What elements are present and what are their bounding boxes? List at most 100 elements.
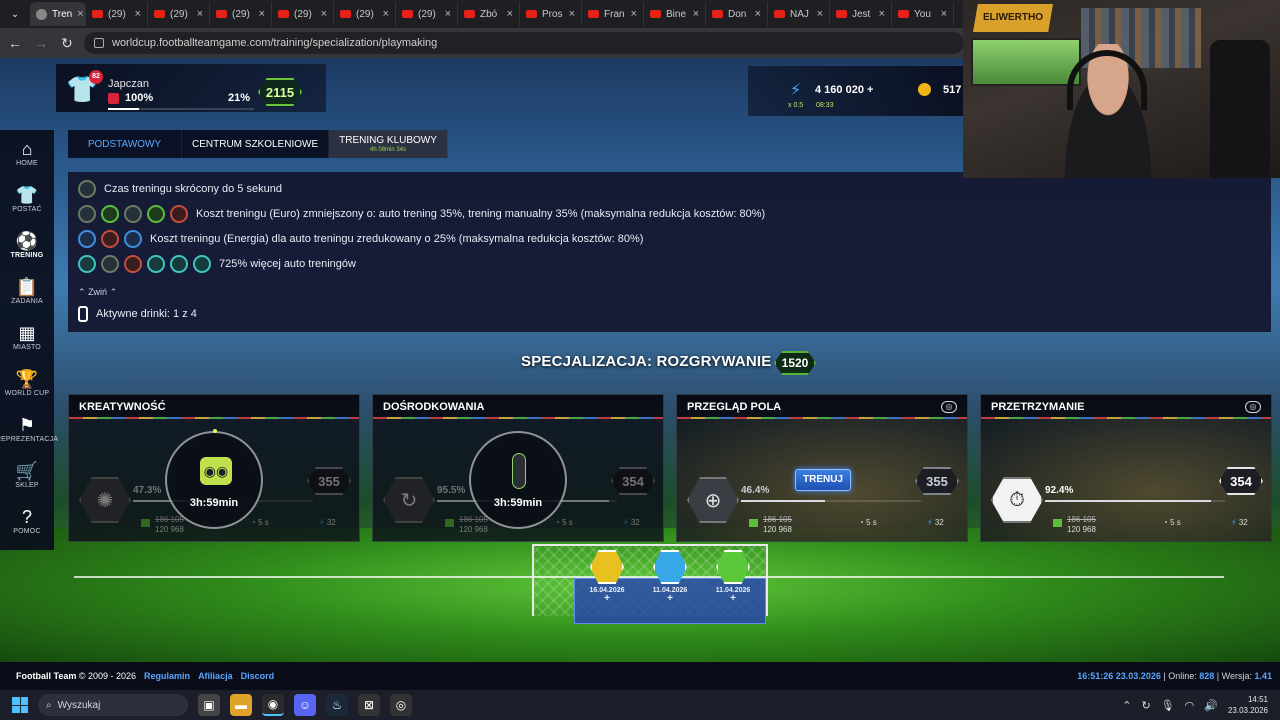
drink-slot[interactable]: 11.04.2026 + [713, 550, 753, 604]
close-tab-icon[interactable]: × [755, 8, 761, 20]
auto-train-icon[interactable]: ◎ [941, 401, 957, 413]
trophy-icon: 🏆 [15, 368, 39, 389]
app-icon[interactable]: ⊠ [358, 694, 380, 716]
obs-icon[interactable]: ◎ [390, 694, 412, 716]
close-tab-icon[interactable]: × [941, 8, 947, 20]
drink-can-icon [716, 550, 750, 584]
skill-value: 355 [915, 467, 959, 495]
tab-training-center[interactable]: CENTRUM SZKOLENIOWE [182, 130, 330, 158]
browser-tab[interactable]: (29) × [272, 2, 334, 26]
browser-tab[interactable]: Zbó × [458, 2, 520, 26]
browser-tab-label: You [914, 8, 931, 20]
discord-icon[interactable]: ☺ [294, 694, 316, 716]
skill-card-holding[interactable]: PRZETRZYMANIE ◎ ⏱ 92.4% 354 186 105 120 9… [980, 394, 1272, 542]
new-cost: 120 968 [1067, 525, 1096, 534]
add-drink-icon[interactable]: + [587, 594, 627, 604]
taskbar-search[interactable]: ⌕ Wyszukaj [38, 694, 188, 716]
browser-tab[interactable]: Fran × [582, 2, 644, 26]
discord-link[interactable]: Discord [241, 671, 275, 681]
close-tab-icon[interactable]: × [383, 8, 389, 20]
browser-tab[interactable]: NAJ × [768, 2, 830, 26]
browser-tab-label: Bine [666, 8, 687, 20]
chrome-icon[interactable]: ◉ [262, 694, 284, 716]
chevron-up-icon: ⌃ [78, 287, 86, 297]
browser-tab[interactable]: (29) × [86, 2, 148, 26]
close-tab-icon[interactable]: × [321, 8, 327, 20]
browser-tab[interactable]: Bine × [644, 2, 706, 26]
energy-value[interactable]: 4 160 020 + [815, 84, 873, 96]
back-icon[interactable]: ← [6, 35, 24, 51]
nav-item-house[interactable]: ⌂ HOME [0, 130, 54, 176]
nav-item-ball[interactable]: ⚽ TRENING [0, 222, 54, 268]
sync-icon[interactable]: ↻ [1141, 699, 1150, 712]
close-tab-icon[interactable]: × [569, 8, 575, 20]
close-tab-icon[interactable]: × [135, 8, 141, 20]
skill-card-vision[interactable]: PRZEGLĄD POLA ◎ ⊕ 46.4% 355 186 105 120 9… [676, 394, 968, 542]
drink-slot[interactable]: 11.04.2026 + [650, 550, 690, 604]
drink-slot[interactable]: 16.04.2026 + [587, 550, 627, 604]
close-tab-icon[interactable]: × [197, 8, 203, 20]
browser-tab-label: Zbó [480, 8, 498, 20]
close-tab-icon[interactable]: × [445, 8, 451, 20]
site-info-icon[interactable] [94, 38, 104, 48]
nav-item-trophy[interactable]: 🏆 WORLD CUP [0, 360, 54, 406]
browser-tab[interactable]: Jest × [830, 2, 892, 26]
mic-icon[interactable]: 🎙 [1161, 699, 1175, 712]
copyright: © 2009 - 2026 [78, 671, 137, 681]
skill-card-crossing[interactable]: DOŚRODKOWANIA ↻ 95.5% 354 186 105 120 968… [372, 394, 664, 542]
nav-label: TRENING [10, 251, 44, 259]
chevron-up-icon[interactable]: ⌃ [1122, 699, 1131, 712]
volume-icon[interactable]: 🔊 [1204, 699, 1218, 712]
tab-basic[interactable]: PODSTAWOWY [68, 130, 182, 158]
auto-train-icon[interactable]: ◎ [1245, 401, 1261, 413]
task-view-icon[interactable]: ▣ [198, 694, 220, 716]
skill-card-creativity[interactable]: KREATYWNOŚĆ ✺ 47.3% 355 186 105 120 968 ◔… [68, 394, 360, 542]
browser-tab[interactable]: (29) × [210, 2, 272, 26]
browser-tab-label: Jest [852, 8, 871, 20]
windows-start-icon[interactable] [12, 697, 28, 713]
skill-duration: ◔ 5 s [859, 518, 877, 527]
nav-item-building[interactable]: ▦ MIASTO [0, 314, 54, 360]
close-tab-icon[interactable]: × [693, 8, 699, 20]
browser-tab[interactable]: Don × [706, 2, 768, 26]
browser-tab[interactable]: You × [892, 2, 954, 26]
nav-item-clipboard[interactable]: 📋 ZADANIA [0, 268, 54, 314]
steam-icon[interactable]: ♨ [326, 694, 348, 716]
tab-club-training[interactable]: TRENING KLUBOWY 4h 08min 34s [329, 130, 448, 158]
brand-name: Football Team [16, 671, 77, 681]
train-button[interactable]: TRENUJ [795, 469, 851, 491]
close-tab-icon[interactable]: × [77, 8, 83, 20]
close-tab-icon[interactable]: × [259, 8, 265, 20]
nav-item-shirt[interactable]: 👕 POSTAĆ [0, 176, 54, 222]
nav-item-team[interactable]: ⚑ REPREZENTACJA [0, 406, 58, 452]
add-drink-icon[interactable]: + [713, 594, 753, 604]
url-input[interactable]: worldcup.footballteamgame.com/training/s… [84, 32, 964, 54]
close-tab-icon[interactable]: × [879, 8, 885, 20]
energy-multiplier: x 0.5 [788, 102, 804, 109]
browser-tab[interactable]: (29) × [148, 2, 210, 26]
browser-tab[interactable]: (29) × [396, 2, 458, 26]
add-drink-icon[interactable]: + [650, 594, 690, 604]
tab-search-icon[interactable]: ⌄ [4, 3, 26, 25]
old-cost: 186 105 [459, 515, 488, 524]
nav-item-help[interactable]: ? POMOC [0, 498, 54, 544]
system-clock[interactable]: 14:51 23.03.2026 [1228, 694, 1268, 716]
file-explorer-icon[interactable]: ▬ [230, 694, 252, 716]
close-tab-icon[interactable]: × [817, 8, 823, 20]
nav-item-cart[interactable]: 🛒 SKLEP [0, 452, 54, 498]
drinks-row: Aktywne drinki: 1 z 4 [78, 306, 197, 322]
browser-tab[interactable]: Tren × [30, 2, 86, 26]
browser-tab[interactable]: (29) × [334, 2, 396, 26]
affiliate-link[interactable]: Afiliacja [198, 671, 233, 681]
collapse-toggle[interactable]: ⌃ Zwiń ⌃ [78, 287, 117, 298]
browser-tab[interactable]: Pros × [520, 2, 582, 26]
close-tab-icon[interactable]: × [631, 8, 637, 20]
reload-icon[interactable]: ↻ [58, 35, 76, 52]
forward-icon[interactable]: → [32, 35, 50, 51]
skill-percent: 92.4% [1045, 485, 1074, 496]
wifi-icon[interactable]: ◠ [1185, 699, 1195, 712]
close-tab-icon[interactable]: × [507, 8, 513, 20]
terms-link[interactable]: Regulamin [144, 671, 190, 681]
player-bar[interactable]: 👕 82 Japczan 100% 21% 2115 [56, 64, 326, 112]
robot-icon: ◉◉ [200, 457, 232, 485]
